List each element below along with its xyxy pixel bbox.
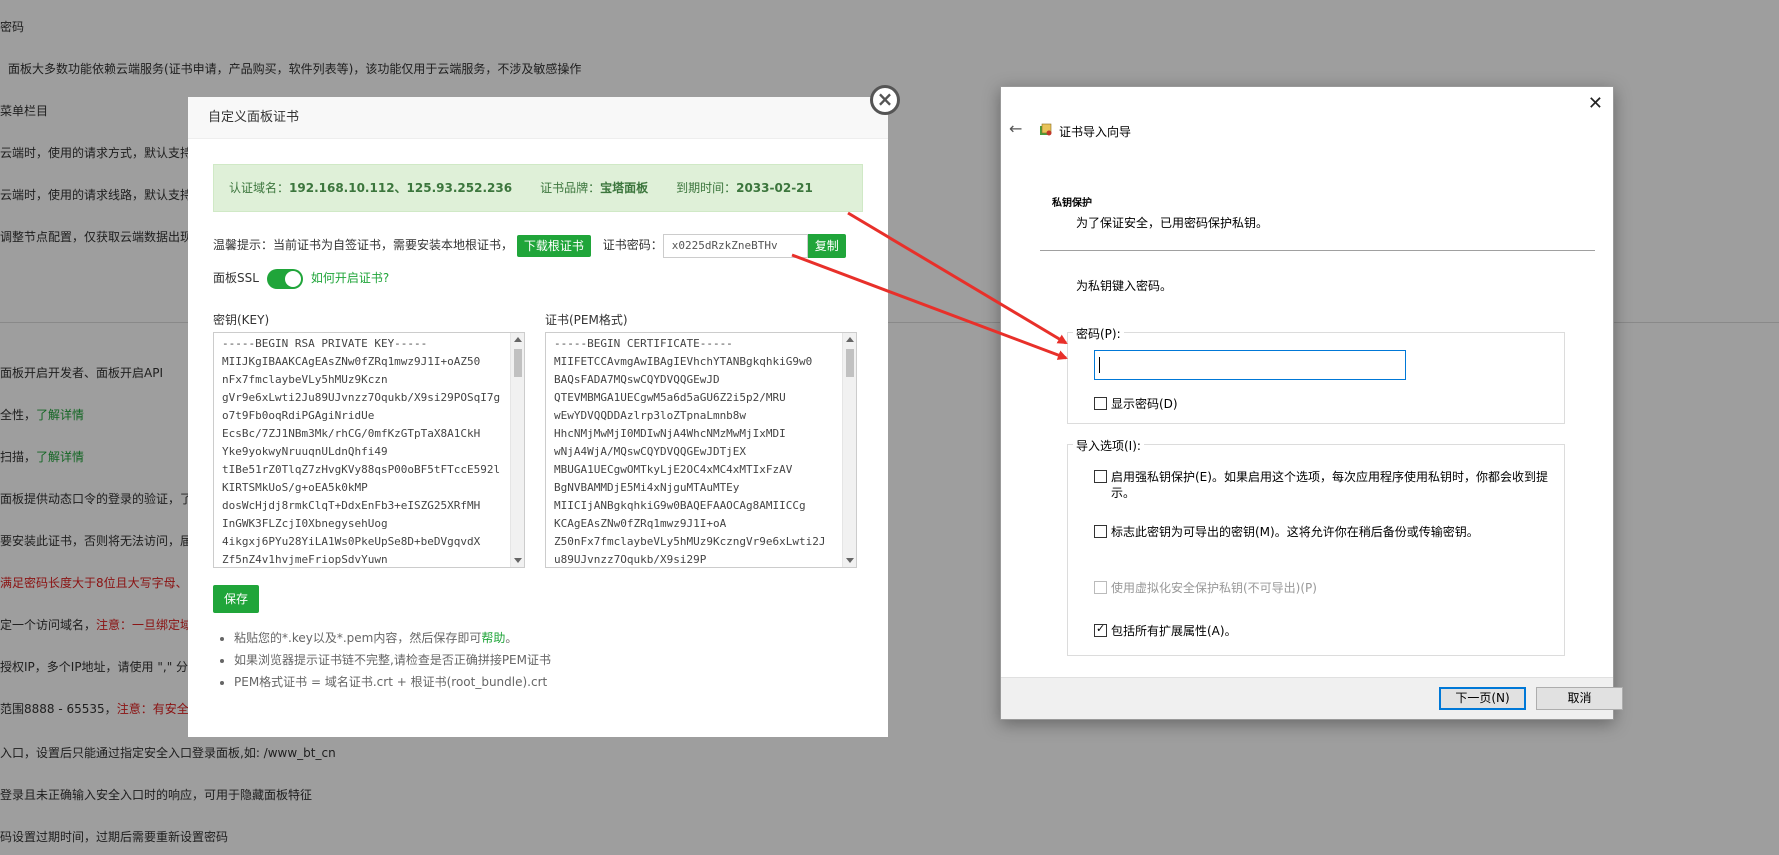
textarea-line: gVr9e6xLwti2Ju89UJvnzz7Oqukb/X9si29POSqI…: [222, 391, 501, 404]
textarea-line: 4ikgxj6PYu28YiLA1Ws0PkeUpSe8D+beDVgqvdX: [222, 535, 481, 548]
textarea-line: wEwYDVQQDDAzlrp3loZTpnaLmnb8w: [554, 409, 747, 422]
panel-cert-modal: 自定义面板证书 认证域名：192.168.10.112、125.93.252.2…: [188, 97, 888, 737]
cert-import-wizard: ✕ ← 证书导入向导 私钥保护 为了保证安全，已用密码保护私钥。 为私钥键入密码…: [1000, 86, 1623, 720]
textarea-line: MIIJKgIBAAKCAgEAsZNw0fZRq1mwz9J1I+oAZ50: [222, 355, 481, 368]
textarea-line: -----BEGIN CERTIFICATE-----: [554, 337, 733, 350]
textarea-line: -----BEGIN RSA PRIVATE KEY-----: [222, 337, 428, 350]
pem-textarea[interactable]: -----BEGIN CERTIFICATE----- MIIFETCCAvmgA…: [545, 332, 857, 568]
textarea-line: wNjA4WjA/MQswCQYDVQQGEwJDTjEX: [554, 445, 747, 458]
wizard-title: 证书导入向导: [1059, 125, 1132, 139]
section-title: 私钥保护: [1052, 198, 1092, 209]
domain-label: 认证域名：: [229, 181, 290, 195]
import-options-label: 导入选项(I):: [1073, 437, 1144, 454]
exportable-key-checkbox[interactable]: 标志此密钥为可导出的密钥(M)。这将允许你在稍后备份或传输密钥。: [1094, 523, 1479, 540]
help-notes: 粘贴您的*.key以及*.pem内容，然后保存即可帮助。 如果浏览器提示证书链不…: [218, 627, 551, 693]
textarea-line: MIICIjANBgkqhkiG9w0BAQEFAAOCAg8AMIICCg: [554, 499, 806, 512]
checkbox-box[interactable]: [1094, 622, 1107, 637]
virtualization-security-checkbox: 使用虚拟化安全保护私钥(不可导出)(P): [1094, 579, 1317, 596]
textarea-line: KIRTSMkUoS/g+oEA5k0kMP: [222, 481, 368, 494]
wizard-footer: 下一页(N) 取消: [1001, 677, 1623, 719]
textarea-line: MIIFETCCAvmgAwIBAgIEVhchYTANBgkqhkiG9w0: [554, 355, 813, 368]
note-item: 粘贴您的*.key以及*.pem内容，然后保存即可帮助。: [234, 627, 551, 649]
cert-password-field[interactable]: x0225dRzkZneBTHv: [662, 233, 808, 258]
key-scrollbar[interactable]: [510, 333, 524, 567]
cert-password-label: 证书密码：: [602, 238, 663, 252]
modal-title: 自定义面板证书: [188, 97, 888, 139]
text-caret: [1099, 357, 1100, 373]
save-button[interactable]: 保存: [213, 585, 259, 613]
textarea-line: Z50nFx7fmclaybeVLy5hMUz9KczngVr9e6xLwti2…: [554, 535, 826, 548]
panel-ssl-toggle[interactable]: [266, 268, 303, 289]
next-button[interactable]: 下一页(N): [1439, 687, 1526, 710]
textarea-line: MBUGA1UECgwOMTkyLjE2OC4xMC4xMTIxFzAV: [554, 463, 793, 476]
show-password-checkbox[interactable]: 显示密码(D): [1094, 395, 1178, 412]
password-group-label: 密码(P):: [1073, 325, 1124, 342]
textarea-line: o7t9Fb0oqRdiPGAgiNridUe: [222, 409, 375, 422]
textarea-line: u89UJvnzz7Oqukb/X9si29P: [554, 553, 707, 566]
note-item: 如果浏览器提示证书链不完整,请检查是否正确拼接PEM证书: [234, 649, 551, 671]
copy-password-button[interactable]: 复制: [807, 233, 846, 258]
textarea-line: BgNVBAMMDjE5Mi4xNjguMTAuMTEy: [554, 481, 740, 494]
extended-properties-checkbox[interactable]: 包括所有扩展属性(A)。: [1094, 622, 1237, 639]
strong-protection-checkbox[interactable]: 启用强私钥保护(E)。如果启用这个选项，每次应用程序使用私钥时，你都会收到提: [1094, 468, 1548, 485]
textarea-line: dosWcHjdj8rmkClqT+DdxEnFb3+eISZG25XRfMH: [222, 499, 481, 512]
textarea-line: Zf5nZ4v1hvjmeFriopSdvYuwn: [222, 553, 388, 566]
textarea-line: BAQsFADA7MQswCQYDVQQGEwJD: [554, 373, 720, 386]
back-arrow-icon[interactable]: ←: [1009, 119, 1022, 138]
note-item: PEM格式证书 = 域名证书.crt + 根证书(root_bundle).cr…: [234, 671, 551, 693]
tip-text: 温馨提示：当前证书为自签证书，需要安装本地根证书，: [213, 238, 514, 252]
textarea-line: InGWK3FLZcjI0XbnegysehUog: [222, 517, 388, 530]
pem-label: 证书(PEM格式): [545, 313, 628, 327]
panel-ssl-label: 面板SSL: [213, 271, 259, 285]
textarea-line: nFx7fmclaybeVLy5hMUz9Kczn: [222, 373, 388, 386]
brand-value: 宝塔面板: [600, 181, 649, 195]
strong-protection-label-cont: 示。: [1111, 486, 1136, 500]
cert-info-banner: 认证域名：192.168.10.112、125.93.252.236 证书品牌：宝…: [213, 164, 863, 212]
checkbox-box[interactable]: [1094, 525, 1107, 538]
ssl-help-link[interactable]: 如何开启证书?: [311, 271, 389, 285]
root-cert-tip: 温馨提示：当前证书为自签证书，需要安装本地根证书， 下载根证书 证书密码： x02…: [213, 233, 846, 258]
header-divider: [1040, 250, 1595, 251]
key-textarea[interactable]: -----BEGIN RSA PRIVATE KEY----- MIIJKgIBA…: [213, 332, 525, 568]
expire-label: 到期时间：: [676, 181, 737, 195]
private-key-password-input[interactable]: [1094, 350, 1406, 380]
panel-ssl-row: 面板SSL 如何开启证书?: [213, 267, 389, 289]
textarea-line: tIBe51rZ0TlqZ7zHvgKVy88qsP00oBF5tFTccE59…: [222, 463, 501, 476]
pem-scrollbar[interactable]: [842, 333, 856, 567]
modal-close-button[interactable]: ×: [870, 85, 900, 115]
textarea-line: EcsBc/7ZJ1NBm3Mk/rhCG/0mfKzGTpTaX8A1CkH: [222, 427, 481, 440]
key-label: 密钥(KEY): [213, 313, 270, 327]
password-prompt: 为私钥键入密码。: [1076, 279, 1173, 293]
domain-value: 192.168.10.112、125.93.252.236: [289, 181, 513, 195]
expire-value: 2033-02-21: [736, 181, 813, 195]
checkbox-box[interactable]: [1094, 470, 1107, 483]
section-description: 为了保证安全，已用密码保护私钥。: [1076, 216, 1269, 230]
cancel-button[interactable]: 取消: [1536, 687, 1623, 710]
textarea-line: Yke9yokwyNruuqnULdnQhfi49: [222, 445, 388, 458]
textarea-line: QTEVMBMGA1UECgwM5a6d5aGU6Z2i5p2/MRU: [554, 391, 786, 404]
close-icon[interactable]: ✕: [1588, 93, 1603, 114]
textarea-line: KCAgEAsZNw0fZRq1mwz9J1I+oA: [554, 517, 727, 530]
help-link[interactable]: 帮助: [481, 631, 505, 645]
brand-label: 证书品牌：: [540, 181, 601, 195]
certificate-icon: [1040, 123, 1052, 136]
checkbox-box: [1094, 581, 1107, 594]
download-root-cert-button[interactable]: 下载根证书: [516, 234, 591, 257]
textarea-line: HhcNMjMwMjI0MDIwNjA4WhcNMzMwMjIxMDI: [554, 427, 786, 440]
checkbox-box[interactable]: [1094, 397, 1107, 410]
